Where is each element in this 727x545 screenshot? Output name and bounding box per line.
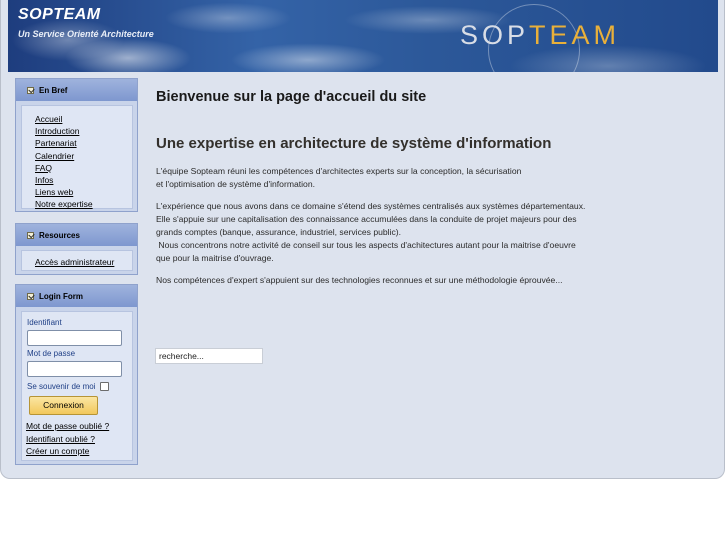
resources-title: Resources	[39, 230, 80, 240]
nav-partenariat[interactable]: Partenariat	[22, 137, 132, 149]
resources-module: Resources Accès administrateur	[15, 223, 138, 275]
site-tagline: Un Service Orienté Architecture	[18, 29, 154, 39]
forgot-login-link[interactable]: Identifiant oublié ?	[22, 433, 132, 446]
nav-infos[interactable]: Infos	[22, 174, 132, 186]
resources-header: Resources	[16, 224, 137, 246]
experience-line: Nous concentrons notre activité de conse…	[156, 240, 576, 250]
experience-line: Elle s'appuie sur une capitalisation des…	[156, 214, 577, 224]
sopteam-logo: SOPTEAM	[460, 20, 620, 51]
create-account-link[interactable]: Créer un compte	[22, 445, 132, 458]
experience-paragraph: L'expérience que nous avons dans ce doma…	[156, 200, 696, 265]
en-bref-title: En Bref	[39, 85, 68, 95]
remember-me-row: Se souvenir de moi	[22, 380, 132, 392]
en-bref-header: En Bref	[16, 79, 137, 101]
password-field[interactable]	[27, 361, 122, 377]
login-links: Mot de passe oublié ? Identifiant oublié…	[22, 420, 132, 458]
checkbox-icon	[27, 86, 34, 94]
header-banner: SOPTEAM Un Service Orienté Architecture …	[8, 0, 718, 72]
login-module: Login Form Identifiant Mot de passe Se s…	[15, 284, 138, 465]
connexion-button[interactable]: Connexion	[29, 396, 98, 415]
main-content: Bienvenue sur la page d'accueil du site …	[156, 88, 696, 285]
remember-me-checkbox[interactable]	[100, 381, 110, 391]
remember-me-label: Se souvenir de moi	[27, 381, 96, 391]
competences-paragraph: Nos compétences d'expert s'appuient sur …	[156, 275, 563, 285]
login-header: Login Form	[16, 285, 137, 307]
experience-line: que pour la maitrise d'ouvrage.	[156, 253, 274, 263]
checkbox-icon	[27, 231, 34, 239]
logo-accent: TEAM	[529, 20, 621, 50]
identifiant-label: Identifiant	[27, 318, 62, 327]
search-input[interactable]	[155, 348, 263, 364]
login-title: Login Form	[39, 291, 83, 301]
forgot-password-link[interactable]: Mot de passe oublié ?	[22, 420, 132, 433]
en-bref-module: En Bref Accueil Introduction Partenariat…	[15, 78, 138, 212]
nav-notre-expertise[interactable]: Notre expertise	[22, 198, 132, 210]
nav-accueil[interactable]: Accueil	[22, 113, 132, 125]
password-label: Mot de passe	[27, 349, 76, 358]
intro-paragraph: L'équipe Sopteam réuni les compétences d…	[156, 165, 696, 191]
section-subtitle: Une expertise en architecture de système…	[156, 135, 552, 152]
site-name: SOPTEAM	[18, 6, 101, 23]
nav-introduction[interactable]: Introduction	[22, 125, 132, 137]
nav-calendrier[interactable]: Calendrier	[22, 150, 132, 162]
resources-menu: Accès administrateur	[21, 250, 133, 271]
nav-faq[interactable]: FAQ	[22, 162, 132, 174]
login-form: Identifiant Mot de passe Se souvenir de …	[21, 311, 133, 461]
intro-line: et l'optimisation de système d'informati…	[156, 179, 315, 189]
experience-line: L'expérience que nous avons dans ce doma…	[156, 201, 586, 211]
page-title: Bienvenue sur la page d'accueil du site	[156, 89, 427, 105]
intro-line: L'équipe Sopteam réuni les compétences d…	[156, 166, 522, 176]
checkbox-icon	[27, 292, 34, 300]
identifiant-field[interactable]	[27, 330, 122, 346]
nav-liens-web[interactable]: Liens web	[22, 186, 132, 198]
logo-prefix: SOP	[460, 20, 530, 50]
nav-acces-administrateur[interactable]: Accès administrateur	[22, 256, 132, 268]
experience-line: grands comptes (banque, assurance, indus…	[156, 227, 402, 237]
en-bref-menu: Accueil Introduction Partenariat Calendr…	[21, 105, 133, 209]
